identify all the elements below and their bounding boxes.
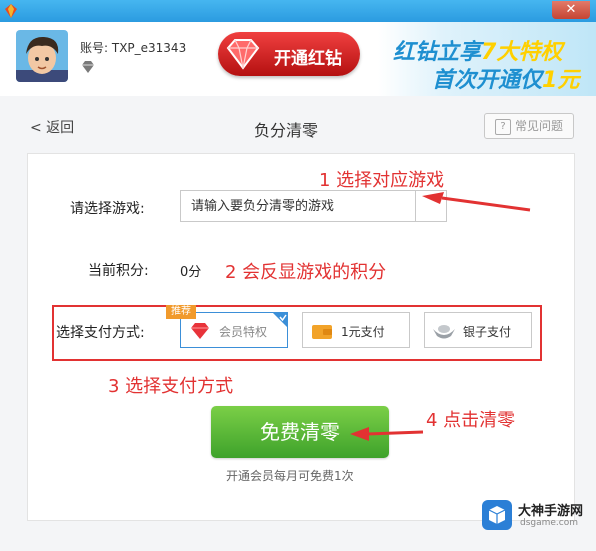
watermark-text: 大神手游网 — [518, 504, 584, 519]
diamond-level-icon — [82, 61, 94, 73]
promo-line-2-text: 首次开通仅 — [432, 68, 543, 93]
annotation-4: 4 点击清零 — [426, 410, 516, 431]
watermark-url: dsgame.com — [520, 518, 579, 528]
annotation-1: 1 选择对应游戏 — [319, 170, 445, 191]
pay-option-1yuan-label: 1元支付 — [341, 325, 385, 339]
arrow-4-icon — [350, 427, 424, 441]
app-logo-icon — [5, 4, 17, 18]
recommend-badge: 推荐 — [166, 305, 196, 319]
wallet-icon — [312, 325, 332, 339]
promo-line-2: 首次开通仅1元 — [432, 62, 579, 94]
pay-option-silver[interactable]: 银子支付 — [424, 312, 532, 348]
faq-button[interactable]: ? 常见问题 — [484, 113, 574, 139]
open-red-diamond-label: 开通红钻 — [274, 49, 342, 69]
close-button[interactable]: ✕ — [552, 1, 590, 19]
arrow-1-icon — [422, 192, 531, 212]
promo-line-2-highlight: 1元 — [542, 68, 580, 93]
account-id: 账号: TXP_e31343 — [80, 41, 187, 55]
payment-label: 选择支付方式: — [56, 325, 145, 341]
pay-option-silver-label: 银子支付 — [463, 325, 512, 339]
pay-option-vip[interactable]: 会员特权 — [180, 312, 288, 348]
free-reset-note: 开通会员每月可免费1次 — [226, 469, 354, 483]
faq-label: 常见问题 — [515, 119, 564, 133]
silver-ingot-icon — [433, 325, 455, 339]
avatar-image — [16, 30, 68, 82]
site-watermark: 大神手游网 dsgame.com — [480, 496, 590, 536]
pay-option-vip-label: 会员特权 — [219, 325, 268, 339]
annotation-2: 2 会反显游戏的积分 — [225, 262, 387, 283]
game-label: 请选择游戏: — [70, 201, 145, 217]
page-title: 负分清零 — [254, 121, 319, 140]
score-value: 0分 — [180, 265, 202, 280]
pay-option-1yuan[interactable]: 1元支付 — [302, 312, 410, 348]
window-titlebar — [0, 0, 596, 22]
question-icon: ? — [495, 118, 511, 135]
annotation-3: 3 选择支付方式 — [108, 376, 234, 397]
score-label: 当前积分: — [88, 263, 149, 279]
red-gem-icon — [191, 323, 209, 339]
back-link[interactable]: < 返回 — [30, 117, 74, 137]
red-diamond-icon — [226, 39, 260, 70]
game-search-input[interactable]: 请输入要负分清零的游戏 — [180, 190, 416, 222]
selected-check-icon — [273, 313, 288, 328]
avatar[interactable] — [16, 30, 68, 82]
cube-logo-icon — [482, 500, 512, 530]
